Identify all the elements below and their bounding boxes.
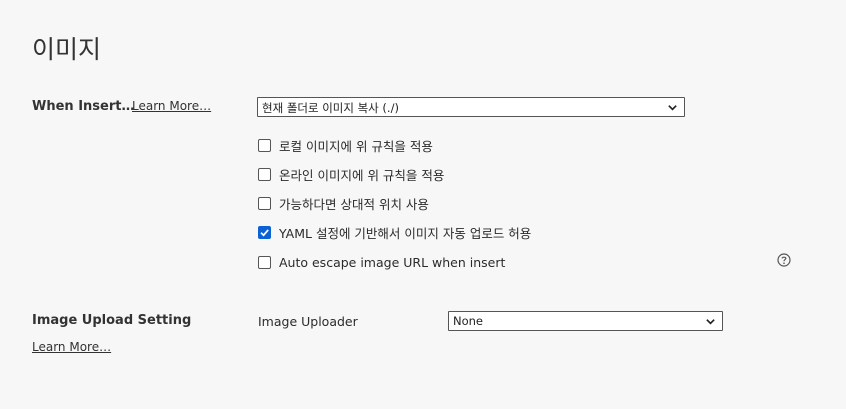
option-auto-escape-url-label: Auto escape image URL when insert xyxy=(279,254,506,270)
question-circle-icon[interactable] xyxy=(777,253,791,267)
image-uploader-select[interactable]: None xyxy=(448,311,723,331)
image-upload-setting-label: Image Upload Setting xyxy=(32,313,192,328)
checkbox-apply-online[interactable] xyxy=(258,167,271,181)
when-insert-label: When Insert… xyxy=(32,99,135,114)
image-insert-action-select[interactable]: 현재 폴더로 이미지 복사 (./) xyxy=(257,97,685,117)
learn-more-link-upload[interactable]: Learn More… xyxy=(32,340,111,354)
option-apply-local-label: 로컬 이미지에 위 규칙을 적용 xyxy=(279,138,433,154)
option-auto-escape-url[interactable]: Auto escape image URL when insert xyxy=(258,253,505,271)
page-title: 이미지 xyxy=(32,35,102,64)
checkbox-yaml-auto-upload[interactable] xyxy=(258,225,271,239)
image-insert-action-value: 현재 폴더로 이미지 복사 (./) xyxy=(262,101,399,115)
option-relative-path[interactable]: 가능하다면 상대적 위치 사용 xyxy=(258,194,429,212)
image-uploader-label: Image Uploader xyxy=(258,314,358,329)
option-apply-local[interactable]: 로컬 이미지에 위 규칙을 적용 xyxy=(258,136,433,154)
option-relative-path-label: 가능하다면 상대적 위치 사용 xyxy=(279,196,429,212)
learn-more-link-insert[interactable]: Learn More… xyxy=(132,99,211,113)
chevron-down-icon xyxy=(668,105,677,111)
checkbox-auto-escape-url[interactable] xyxy=(258,255,271,269)
option-apply-online[interactable]: 온라인 이미지에 위 규칙을 적용 xyxy=(258,165,444,183)
option-yaml-auto-upload-label: YAML 설정에 기반해서 이미지 자동 업로드 허용 xyxy=(279,225,532,241)
checkmark-icon xyxy=(260,228,269,237)
option-apply-online-label: 온라인 이미지에 위 규칙을 적용 xyxy=(279,167,445,183)
checkbox-apply-local[interactable] xyxy=(258,138,271,152)
checkbox-relative-path[interactable] xyxy=(258,196,271,210)
image-uploader-value: None xyxy=(453,314,484,328)
chevron-down-icon xyxy=(706,319,715,325)
option-yaml-auto-upload[interactable]: YAML 설정에 기반해서 이미지 자동 업로드 허용 xyxy=(258,223,531,241)
